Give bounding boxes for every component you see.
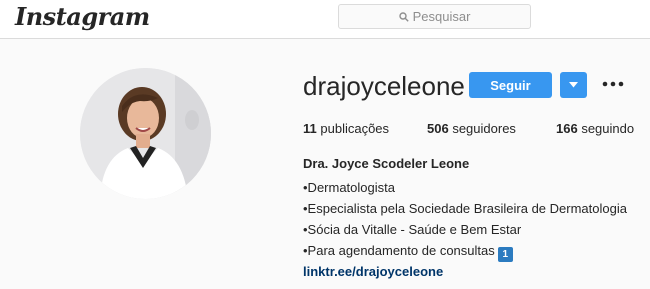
suggestions-dropdown-button[interactable] [560,72,587,98]
keycap-one-emoji: 1 [497,247,513,262]
posts-count: 11 publicações [303,121,389,136]
profile-avatar[interactable] [80,68,211,199]
profile-website-link[interactable]: linktr.ee/drajoyceleone [303,264,443,279]
followers-count[interactable]: 506 seguidores [427,121,516,136]
bio-line: •Especialista pela Sociedade Brasileira … [303,201,627,216]
instagram-logo[interactable]: Instagram [15,2,150,31]
posts-count-label: publicações [320,121,390,136]
followers-count-value: 506 [427,121,449,136]
more-options-icon [602,81,624,87]
bio-line: •Sócia da Vitalle - Saúde e Bem Estar [303,222,522,237]
search-input[interactable]: Pesquisar [338,4,531,29]
profile-username: drajoyceleone [303,71,465,101]
search-placeholder: Pesquisar [412,9,471,24]
profile-full-name: Dra. Joyce Scodeler Leone [303,156,470,171]
following-count[interactable]: 166 seguindo [556,121,634,136]
more-options-button[interactable] [601,72,625,96]
posts-count-value: 11 [303,121,317,136]
follow-button[interactable]: Seguir [469,72,552,98]
bio-line: •Para agendamento de consultas [303,243,495,258]
search-icon [398,11,409,22]
following-count-label: seguindo [581,121,635,136]
following-count-value: 166 [556,121,578,136]
bio-line: •Dermatologista [303,180,395,195]
top-bar: Instagram Pesquisar [0,0,650,39]
profile-photo [80,68,211,199]
chevron-down-icon [569,82,578,88]
followers-count-label: seguidores [452,121,516,136]
bio-line-with-badge: •Para agendamento de consultas 1 [303,243,513,262]
